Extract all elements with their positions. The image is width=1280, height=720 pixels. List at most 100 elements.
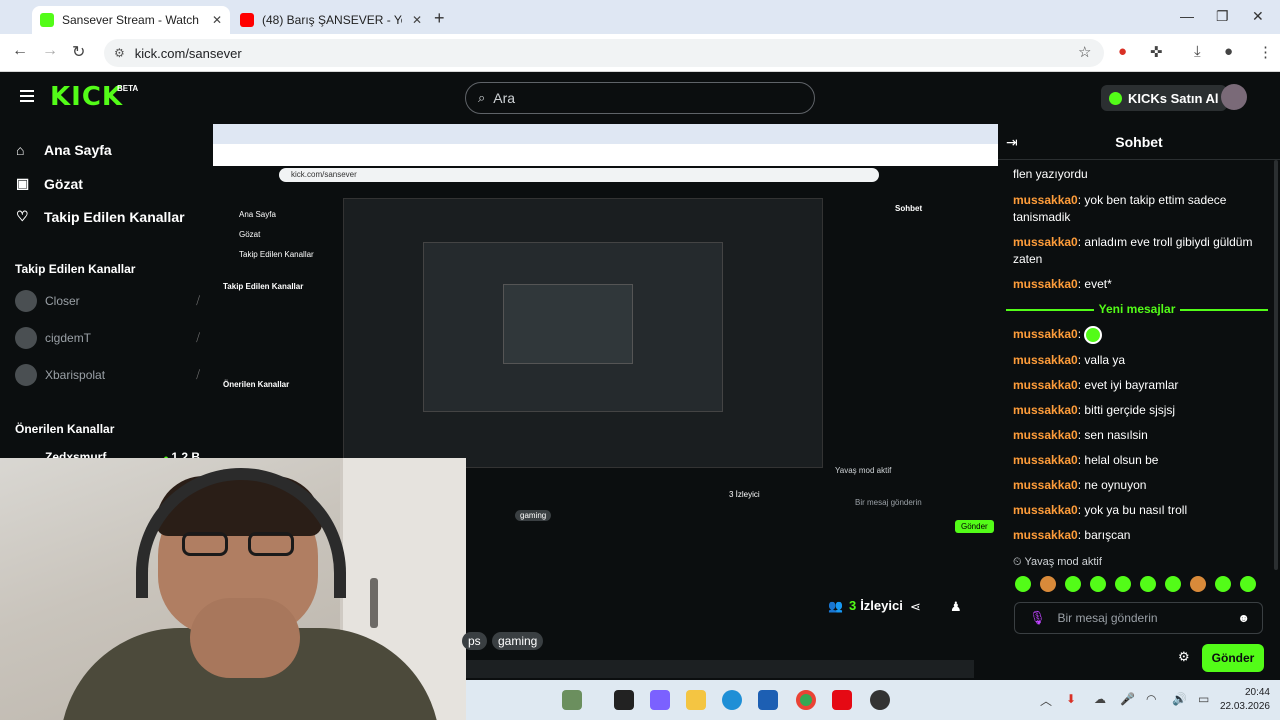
chat-message-input[interactable]: 🎙 Bir mesaj gönderin ☻ bbox=[1014, 602, 1263, 634]
emote-icon[interactable] bbox=[1040, 576, 1056, 592]
forward-icon[interactable]: → bbox=[42, 42, 58, 60]
emote-icon[interactable] bbox=[1165, 576, 1181, 592]
tab-kick[interactable]: Sansever Stream - Watch Live o ✕ bbox=[32, 6, 230, 34]
tray-mic-icon[interactable]: 🎤 bbox=[1120, 692, 1135, 706]
message-user[interactable]: mussakka0 bbox=[1013, 453, 1078, 467]
hamburger-menu-icon[interactable] bbox=[20, 90, 34, 102]
menu-kebab-icon[interactable]: ⋮ bbox=[1258, 43, 1273, 61]
app-icon[interactable] bbox=[870, 690, 890, 710]
chat-settings-icon[interactable]: ⚙ bbox=[1178, 649, 1190, 665]
maximize-icon[interactable]: ❐ bbox=[1216, 8, 1229, 25]
nested-url: kick.com/sansever bbox=[279, 168, 879, 182]
message-user[interactable]: mussakka0 bbox=[1013, 327, 1078, 341]
nested-nav-item: Ana Sayfa bbox=[239, 210, 276, 219]
message-user[interactable]: mussakka0 bbox=[1013, 478, 1078, 492]
back-icon[interactable]: ← bbox=[12, 42, 28, 60]
tab-youtube[interactable]: (48) Barış ŞANSEVER - YouTube ✕ bbox=[232, 6, 430, 34]
file-explorer-icon[interactable] bbox=[686, 690, 706, 710]
message-text: ne oynuyon bbox=[1084, 478, 1147, 492]
followed-channel-item[interactable]: Closer ⧸ bbox=[15, 290, 200, 312]
message-user[interactable]: mussakka0 bbox=[1013, 503, 1078, 517]
message-user[interactable]: mussakka0 bbox=[1013, 403, 1078, 417]
emote-icon[interactable] bbox=[1065, 576, 1081, 592]
mic-icon[interactable]: 🎙 bbox=[1029, 610, 1046, 626]
message-user[interactable]: mussakka0 bbox=[1013, 378, 1078, 392]
followed-channels-title: Takip Edilen Kanallar bbox=[15, 262, 136, 276]
message-user[interactable]: mussakka0 bbox=[1013, 528, 1078, 542]
close-window-icon[interactable]: ✕ bbox=[1252, 8, 1264, 25]
download-icon[interactable]: ⤓ bbox=[1194, 43, 1201, 60]
viewers-icon: 👥 bbox=[828, 598, 843, 613]
new-messages-divider[interactable]: Yeni mesajlar bbox=[1006, 302, 1268, 316]
url-input[interactable]: ⚙ kick.com/sansever bbox=[104, 39, 1104, 67]
tray-battery-icon[interactable]: ▭ bbox=[1198, 692, 1209, 706]
search-input[interactable]: ⌕ Ara bbox=[465, 82, 815, 114]
message-user[interactable]: mussakka0 bbox=[1013, 193, 1078, 207]
emote-icon[interactable] bbox=[1215, 576, 1231, 592]
follow-user-icon[interactable]: ♟ bbox=[950, 599, 962, 615]
offline-icon: ⧸ bbox=[196, 294, 200, 307]
kick-logo[interactable]: KICK bbox=[50, 82, 123, 112]
send-button[interactable]: Gönder bbox=[1202, 644, 1264, 672]
tray-chevron-icon[interactable]: ︿ bbox=[1040, 692, 1052, 709]
emote-icon[interactable] bbox=[1090, 576, 1106, 592]
tab-label: (48) Barış ŞANSEVER - YouTube bbox=[262, 13, 402, 27]
emote-icon bbox=[1084, 326, 1103, 344]
minimize-icon[interactable]: — bbox=[1180, 8, 1194, 24]
new-tab-icon[interactable]: + bbox=[434, 8, 445, 29]
user-avatar[interactable] bbox=[1221, 84, 1247, 110]
close-tab-icon[interactable]: ✕ bbox=[412, 13, 422, 27]
tag-chip[interactable]: ps bbox=[462, 632, 487, 650]
copilot-icon[interactable] bbox=[650, 690, 670, 710]
tray-volume-icon[interactable]: 🔊 bbox=[1172, 692, 1187, 706]
tray-cloud-icon[interactable]: ☁ bbox=[1094, 692, 1106, 706]
emote-icon[interactable] bbox=[1190, 576, 1206, 592]
sidebar-item-home[interactable]: ⌂ Ana Sayfa bbox=[16, 142, 112, 158]
message-user[interactable]: mussakka0 bbox=[1013, 428, 1078, 442]
viewer-count: 👥 3 İzleyici bbox=[828, 598, 903, 613]
avatar bbox=[15, 327, 37, 349]
bookmark-star-icon[interactable]: ☆ bbox=[1078, 43, 1091, 61]
channel-name: Closer bbox=[45, 294, 80, 308]
emote-icon[interactable] bbox=[1240, 576, 1256, 592]
widgets-icon[interactable] bbox=[562, 690, 582, 710]
chat-message: mussakka0: sen nasılsin bbox=[1013, 428, 1148, 442]
netflix-icon[interactable] bbox=[832, 690, 852, 710]
slow-mode-icon: ⏲ bbox=[1013, 556, 1025, 568]
sidebar-item-browse[interactable]: ▣ Gözat bbox=[16, 175, 83, 192]
chat-message: mussakka0: anladım eve troll gibiydi gül… bbox=[1013, 235, 1253, 266]
edge-icon[interactable] bbox=[722, 690, 742, 710]
message-user[interactable]: mussakka0 bbox=[1013, 277, 1078, 291]
extension-icon[interactable]: ● bbox=[1118, 43, 1127, 60]
reload-icon[interactable]: ↻ bbox=[72, 42, 85, 62]
site-info-icon[interactable]: ⚙ bbox=[114, 46, 125, 60]
close-tab-icon[interactable]: ✕ bbox=[212, 13, 222, 27]
followed-channel-item[interactable]: cigdemT ⧸ bbox=[15, 327, 200, 349]
sidebar-item-following[interactable]: ♡ Takip Edilen Kanallar bbox=[16, 208, 185, 225]
profile-icon[interactable]: ● bbox=[1224, 43, 1233, 60]
emote-icon[interactable] bbox=[1015, 576, 1031, 592]
extensions-puzzle-icon[interactable]: ✜ bbox=[1150, 43, 1163, 61]
nested-viewers: 3 İzleyici bbox=[729, 490, 760, 499]
store-icon[interactable] bbox=[758, 690, 778, 710]
emote-icon[interactable] bbox=[1140, 576, 1156, 592]
tray-wifi-icon[interactable]: ◠ bbox=[1146, 692, 1156, 706]
message-user[interactable]: mussakka0 bbox=[1013, 353, 1078, 367]
taskbar-clock[interactable]: 20:44 22.03.2026 bbox=[1220, 686, 1270, 714]
followed-channel-item[interactable]: Xbarispolat ⧸ bbox=[15, 364, 200, 386]
hands bbox=[190, 598, 300, 678]
buy-kicks-button[interactable]: KICKs Satın Al bbox=[1101, 85, 1227, 111]
browser-tabbar: Sansever Stream - Watch Live o ✕ (48) Ba… bbox=[0, 0, 1280, 34]
share-icon[interactable]: ⋖ bbox=[910, 599, 921, 615]
emoji-picker-icon[interactable]: ☻ bbox=[1237, 611, 1250, 625]
emote-icon[interactable] bbox=[1115, 576, 1131, 592]
tray-app-icon[interactable]: ⬇ bbox=[1066, 692, 1076, 706]
webcam-overlay bbox=[0, 458, 466, 720]
task-view-icon[interactable] bbox=[614, 690, 634, 710]
buy-kicks-label: KICKs Satın Al bbox=[1128, 90, 1219, 106]
chat-scrollbar[interactable] bbox=[1274, 160, 1278, 570]
tag-chip[interactable]: gaming bbox=[492, 632, 544, 650]
message-user[interactable]: mussakka0 bbox=[1013, 235, 1078, 249]
horizontal-scrollbar[interactable] bbox=[466, 660, 974, 678]
chrome-icon[interactable] bbox=[796, 690, 816, 710]
